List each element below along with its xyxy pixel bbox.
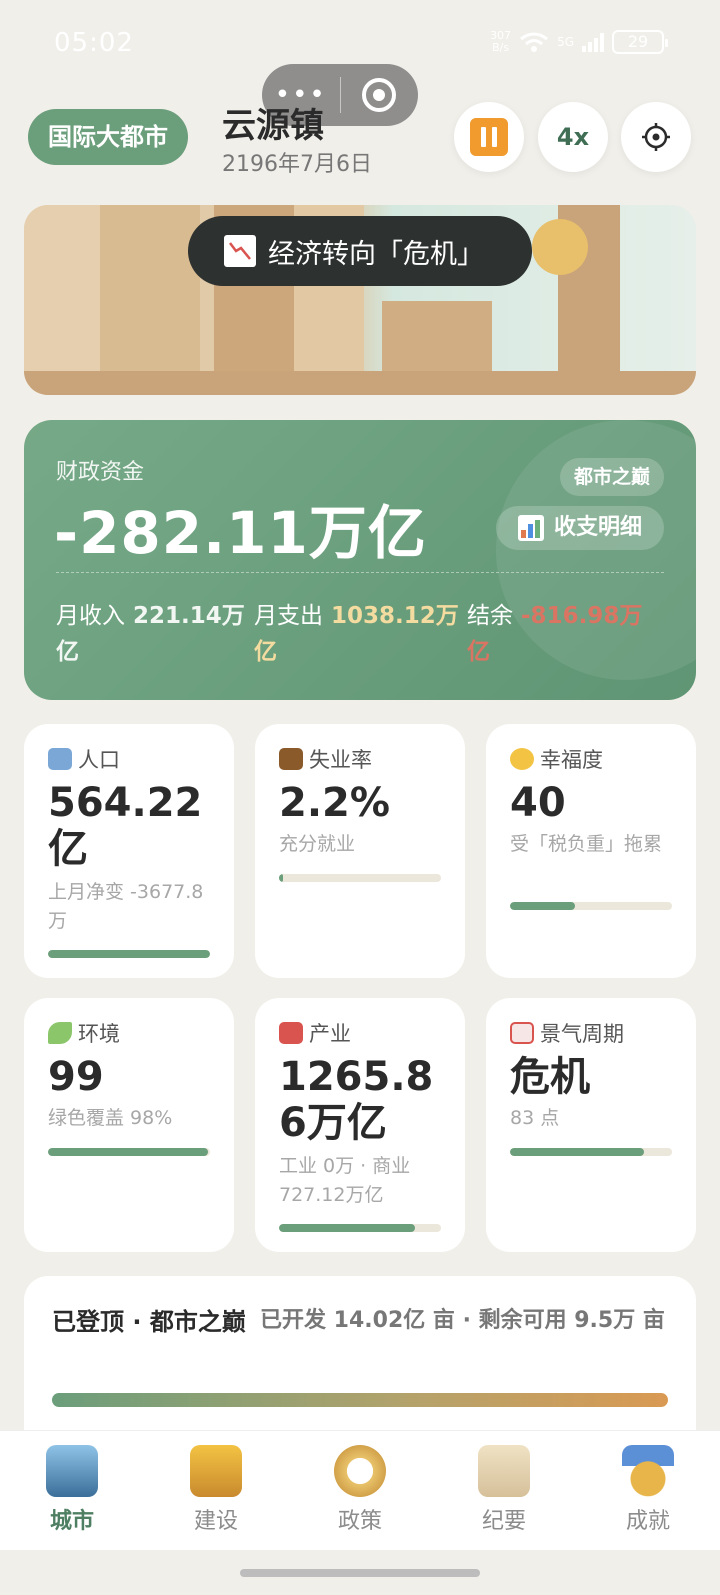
game-date: 2196年7月6日 xyxy=(222,152,372,177)
stat-progress xyxy=(279,1224,441,1232)
tab-build[interactable]: 建设 xyxy=(144,1431,288,1550)
gear-icon xyxy=(642,123,670,151)
stat-title: 产业 xyxy=(279,1018,351,1048)
speed-button[interactable]: 4x xyxy=(538,102,608,172)
settings-button[interactable] xyxy=(621,102,691,172)
home-indicator[interactable] xyxy=(240,1569,480,1577)
stat-title: 景气周期 xyxy=(510,1018,624,1048)
monthly-expense: 月支出 1038.12万亿 xyxy=(254,598,459,670)
wifi-icon xyxy=(520,32,548,52)
tab-label: 政策 xyxy=(337,1509,382,1534)
people-icon xyxy=(48,748,72,770)
tab-city[interactable]: 城市 xyxy=(0,1431,144,1550)
stat-card-industry[interactable]: 产业 1265.86万亿 工业 0万 · 商业 727.12万亿 xyxy=(255,998,465,1252)
tab-achievements[interactable]: 成就 xyxy=(576,1431,720,1550)
finance-detail-label: 收支明细 xyxy=(553,515,642,540)
stat-card-environment[interactable]: 环境 99 绿色覆盖 98% xyxy=(24,998,234,1252)
net-speed: 307 B/s xyxy=(490,30,511,54)
stat-sub: 工业 0万 · 商业 727.12万亿 xyxy=(279,1155,411,1206)
stat-progress xyxy=(510,902,672,910)
tab-records[interactable]: 纪要 xyxy=(432,1431,576,1550)
stat-value: 危机 xyxy=(510,1054,590,1100)
stat-title: 失业率 xyxy=(279,744,372,774)
stat-title: 环境 xyxy=(48,1018,120,1048)
target-icon xyxy=(362,78,397,112)
tab-label: 建设 xyxy=(193,1509,238,1534)
stat-sub: 受「税负重」拖累 xyxy=(510,833,663,855)
briefcase-icon xyxy=(279,748,303,770)
stat-value: 2.2% xyxy=(279,780,390,826)
stat-sub: 上月净变 -3677.8万 xyxy=(48,881,204,932)
finance-amount: -282.11万亿 xyxy=(54,499,427,567)
stat-progress xyxy=(48,1148,210,1156)
scroll-icon xyxy=(478,1445,530,1497)
city-name: 云源镇 xyxy=(222,106,324,146)
finance-card: 财政资金 -282.11万亿 都市之巅 收支明细 月收入 221.14万亿 月支… xyxy=(24,420,696,700)
compass-icon xyxy=(334,1445,386,1497)
chart-up-icon xyxy=(510,1022,534,1044)
summit-info: 已开发 14.02亿 亩 · 剩余可用 9.5万 亩 xyxy=(260,1308,665,1333)
factory-icon xyxy=(279,1022,303,1044)
tab-label: 纪要 xyxy=(481,1509,526,1534)
net-speed-unit: B/s xyxy=(492,41,510,54)
stat-value: 99 xyxy=(48,1054,104,1100)
medal-icon xyxy=(622,1445,674,1497)
monthly-balance: 结余 -816.98万亿 xyxy=(467,598,657,670)
chart-decreasing-icon xyxy=(224,235,256,267)
summit-progress-bar xyxy=(52,1393,668,1407)
stat-progress xyxy=(510,1148,672,1156)
expense-label: 月支出 xyxy=(254,603,323,629)
battery-icon: 29 xyxy=(612,30,668,54)
stat-value: 1265.86万亿 xyxy=(279,1054,434,1146)
close-miniprogram-button[interactable] xyxy=(341,78,419,112)
bottom-tab-bar: 城市 建设 政策 纪要 成就 xyxy=(0,1430,720,1550)
stat-card-unemployment[interactable]: 失业率 2.2% 充分就业 xyxy=(255,724,465,978)
stat-card-happiness[interactable]: 幸福度 40 受「税负重」拖累 xyxy=(486,724,696,978)
stat-value: 40 xyxy=(510,780,566,826)
pause-button[interactable] xyxy=(454,102,524,172)
income-label: 月收入 xyxy=(56,603,125,629)
status-badge: 都市之巅 xyxy=(559,458,664,496)
bar-chart-icon xyxy=(517,515,544,541)
stat-title: 人口 xyxy=(48,744,120,774)
stat-sub: 绿色覆盖 98% xyxy=(48,1107,173,1129)
network-type: 5G xyxy=(557,35,574,49)
finance-detail-button[interactable]: 收支明细 xyxy=(495,506,664,550)
toast-text: 经济转向「危机」 xyxy=(268,238,484,270)
tab-label: 城市 xyxy=(49,1509,94,1534)
crane-icon xyxy=(190,1445,242,1497)
finance-label: 财政资金 xyxy=(56,460,145,485)
monthly-income: 月收入 221.14万亿 xyxy=(56,598,246,670)
summit-title: 已登顶 · 都市之巅 xyxy=(52,1308,246,1336)
status-time: 05:02 xyxy=(54,28,134,58)
stat-progress xyxy=(48,950,210,958)
tab-label: 成就 xyxy=(625,1509,670,1534)
city-level-badge: 国际大都市 xyxy=(28,109,188,165)
stat-sub: 83 点 xyxy=(510,1107,560,1129)
status-indicators: 307 B/s 5G 29 xyxy=(490,30,668,54)
stat-card-business-cycle[interactable]: 景气周期 危机 83 点 xyxy=(486,998,696,1252)
stat-sub: 充分就业 xyxy=(279,833,356,855)
city-icon xyxy=(46,1445,98,1497)
pause-icon xyxy=(470,118,508,156)
stat-card-population[interactable]: 人口 564.22亿 上月净变 -3677.8万 xyxy=(24,724,234,978)
leaf-icon xyxy=(48,1022,72,1044)
signal-icon xyxy=(582,32,604,52)
stat-value: 564.22亿 xyxy=(48,780,203,872)
economy-toast: 经济转向「危机」 xyxy=(188,216,532,286)
stat-progress xyxy=(279,874,441,882)
summit-progress-card: 已登顶 · 都市之巅 已开发 14.02亿 亩 · 剩余可用 9.5万 亩 xyxy=(24,1276,696,1436)
tab-policy[interactable]: 政策 xyxy=(288,1431,432,1550)
smile-icon xyxy=(510,748,534,770)
balance-label: 结余 xyxy=(467,603,513,629)
stat-title: 幸福度 xyxy=(510,744,603,774)
